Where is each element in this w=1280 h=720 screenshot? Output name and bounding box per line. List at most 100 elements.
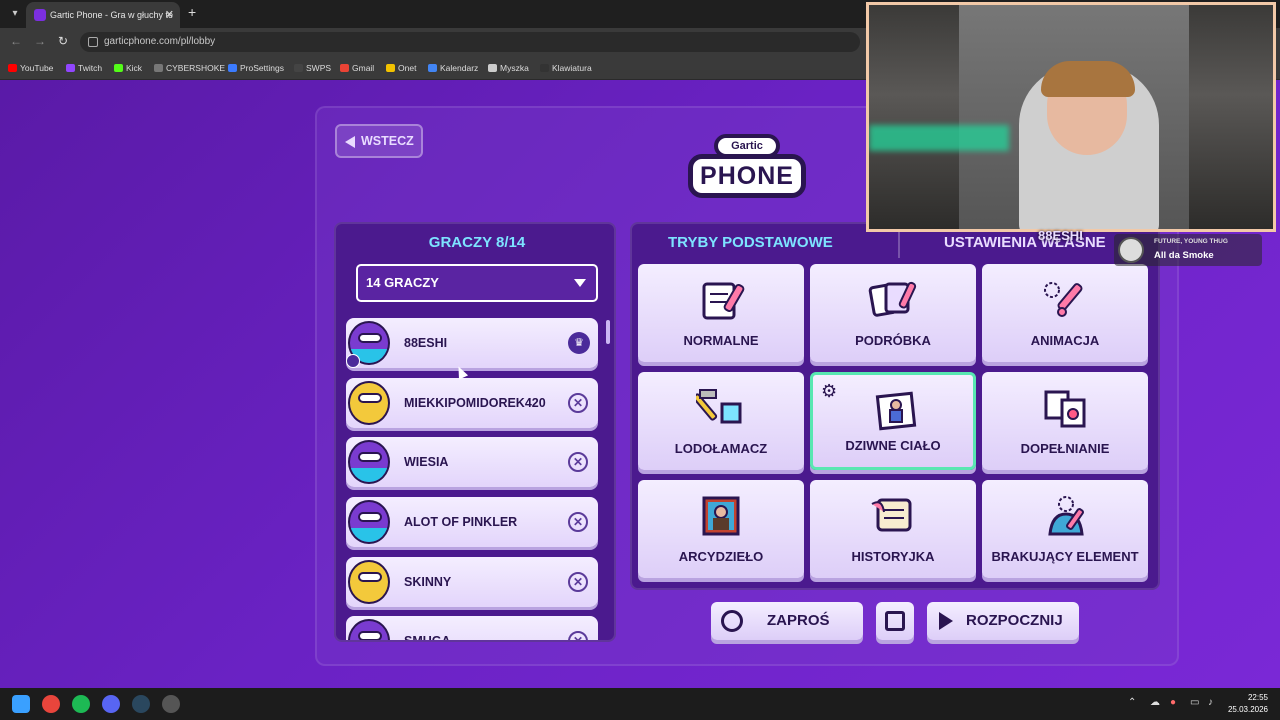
player-row: WIESIA ✕	[346, 437, 598, 488]
browser-tab[interactable]: Gartic Phone - Gra w głuchy te ✕	[26, 2, 180, 28]
site-info-icon[interactable]	[88, 37, 98, 47]
bookmark-twitch[interactable]: Twitch	[66, 61, 102, 75]
gartic-phone-logo: Gartic PHONE	[688, 130, 806, 202]
dropdown-arrow-icon	[574, 279, 586, 287]
back-button[interactable]: WSTECZ	[335, 124, 423, 158]
url-text: garticphone.com/pl/lobby	[104, 36, 216, 47]
gmail-icon	[340, 64, 349, 72]
player-name: WIESIA	[404, 455, 449, 470]
bookmark-kalendarz[interactable]: Kalendarz	[428, 61, 478, 75]
spotify-icon[interactable]	[72, 695, 90, 713]
volume-icon[interactable]: ♪	[1208, 697, 1213, 708]
mode-card-historyjka[interactable]: HISTORYJKA	[810, 480, 976, 578]
taskbar-clock[interactable]: 22:55 25.03.2026	[1228, 692, 1268, 716]
player-row: MIEKKIPOMIDOREK420 ✕	[346, 377, 598, 428]
mode-label: PODRÓBKA	[855, 333, 931, 348]
obs-icon[interactable]	[162, 695, 180, 713]
bookmark-kick[interactable]: Kick	[114, 61, 142, 75]
players-panel: GRACZY 8/14 14 GRACZY 88ESHI ♛ MIEKKIPOM…	[334, 222, 616, 642]
address-bar[interactable]: garticphone.com/pl/lobby	[80, 32, 860, 52]
player-name: SKINNY	[404, 574, 452, 589]
mode-card-normalne[interactable]: NORMALNE	[638, 264, 804, 362]
mode-card-lodolamacz[interactable]: LODOŁAMACZ	[638, 372, 804, 470]
cards-pencil-icon	[868, 281, 917, 317]
new-tab-icon[interactable]: +	[188, 4, 196, 20]
calendar-icon	[428, 64, 437, 72]
onet-icon	[386, 64, 395, 72]
crown-icon: ♛	[568, 332, 590, 354]
tab-search-icon[interactable]: ▾	[6, 5, 24, 23]
network-icon[interactable]: ▭	[1190, 697, 1199, 708]
player-name: 88ESHI	[404, 336, 448, 350]
player-name: SMUGA	[404, 634, 451, 642]
back-nav-icon[interactable]: ←	[10, 34, 22, 48]
mode-card-arcydzielo[interactable]: ARCYDZIEŁO	[638, 480, 804, 578]
close-tab-icon[interactable]: ✕	[165, 2, 174, 28]
forward-nav-icon[interactable]: →	[34, 34, 46, 48]
player-name: ALOT OF PINKLER	[404, 515, 518, 530]
swps-icon	[294, 64, 303, 72]
back-arrow-icon	[345, 136, 355, 148]
invite-button[interactable]: ZAPROŚ	[711, 602, 863, 640]
cloud-icon[interactable]: ☁	[1150, 697, 1160, 708]
bookmark-prosettings[interactable]: ProSettings	[228, 61, 284, 75]
bookmark-swps[interactable]: SWPS	[294, 61, 331, 75]
icebreaker-icon	[696, 389, 742, 424]
player-list-scrollbar[interactable]	[606, 320, 610, 610]
start-button[interactable]: ROZPOCZNIJ	[927, 602, 1079, 640]
streamer-name-overlay: 88ESHI	[1038, 228, 1083, 243]
bookmark-myszka[interactable]: Myszka	[488, 61, 529, 75]
qr-code-button[interactable]	[876, 602, 914, 640]
avatar	[348, 500, 390, 545]
player-name: MIEKKIPOMIDOREK420	[404, 395, 546, 410]
windows-taskbar: ⌃ ☁ ● ▭ ♪ 22:55 25.03.2026	[0, 688, 1280, 720]
mode-label: NORMALNE	[683, 333, 759, 348]
mode-card-podrobka[interactable]: PODRÓBKA	[810, 264, 976, 362]
album-art-icon	[1118, 237, 1144, 263]
link-icon	[721, 610, 743, 632]
mode-card-dziwne-cialo[interactable]: ⚙ DZIWNE CIAŁO	[810, 372, 976, 470]
mode-label: BRAKUJĄCY ELEMENT	[991, 549, 1139, 564]
player-count-select[interactable]: 14 GRACZY	[356, 264, 598, 302]
microphone-icon[interactable]: ●	[1170, 697, 1176, 708]
kick-player-icon[interactable]: ✕	[568, 392, 588, 413]
player-list: 88ESHI ♛ MIEKKIPOMIDOREK420 ✕ WIESIA ✕ A…	[346, 318, 598, 642]
windows-start-icon[interactable]	[12, 695, 30, 713]
missing-piece-icon	[1048, 496, 1084, 536]
story-scroll-icon	[871, 498, 912, 532]
bookmark-onet[interactable]: Onet	[386, 61, 416, 75]
kick-player-icon[interactable]: ✕	[568, 512, 588, 533]
bookmark-klawiatura[interactable]: Klawiatura	[540, 61, 592, 75]
player-row: SMUGA ✕	[346, 616, 598, 642]
mode-label: HISTORYJKA	[851, 549, 935, 564]
animation-pencil-icon	[1044, 282, 1083, 317]
mode-label: DZIWNE CIAŁO	[845, 438, 941, 453]
bookmark-gmail[interactable]: Gmail	[340, 61, 374, 75]
bookmark-youtube[interactable]: YouTube	[8, 61, 53, 75]
tab-basic-modes[interactable]: TRYBY PODSTAWOWE	[668, 234, 833, 251]
reload-icon[interactable]: ↻	[58, 34, 68, 48]
mode-label: ANIMACJA	[1030, 333, 1100, 348]
kick-player-icon[interactable]: ✕	[568, 452, 588, 473]
steam-icon[interactable]	[132, 695, 150, 713]
tab-divider	[898, 228, 900, 258]
kick-icon	[114, 64, 123, 72]
mode-card-dopelnianie[interactable]: DOPEŁNIANIE	[982, 372, 1148, 470]
bookmark-cybershoke[interactable]: CYBERSHOKE	[154, 61, 225, 75]
webcam-overlay	[866, 2, 1276, 232]
mode-card-brakujacy-element[interactable]: BRAKUJĄCY ELEMENT	[982, 480, 1148, 578]
mode-card-animacja[interactable]: ANIMACJA	[982, 264, 1148, 362]
mode-label: LODOŁAMACZ	[674, 441, 768, 456]
discord-icon[interactable]	[102, 695, 120, 713]
now-playing-track: All da Smoke	[1154, 250, 1214, 261]
kick-player-icon[interactable]: ✕	[568, 631, 588, 640]
chrome-icon[interactable]	[42, 695, 60, 713]
tray-expand-icon[interactable]: ⌃	[1128, 697, 1136, 708]
gear-icon[interactable]: ⚙	[821, 381, 837, 402]
mode-label: DOPEŁNIANIE	[1020, 441, 1110, 456]
avatar	[348, 380, 390, 425]
tab-title: Gartic Phone - Gra w głuchy te	[50, 10, 174, 20]
now-playing-artist: FUTURE, YOUNG THUG	[1154, 238, 1228, 245]
kick-player-icon[interactable]: ✕	[568, 571, 588, 592]
mouse-icon	[488, 64, 497, 72]
